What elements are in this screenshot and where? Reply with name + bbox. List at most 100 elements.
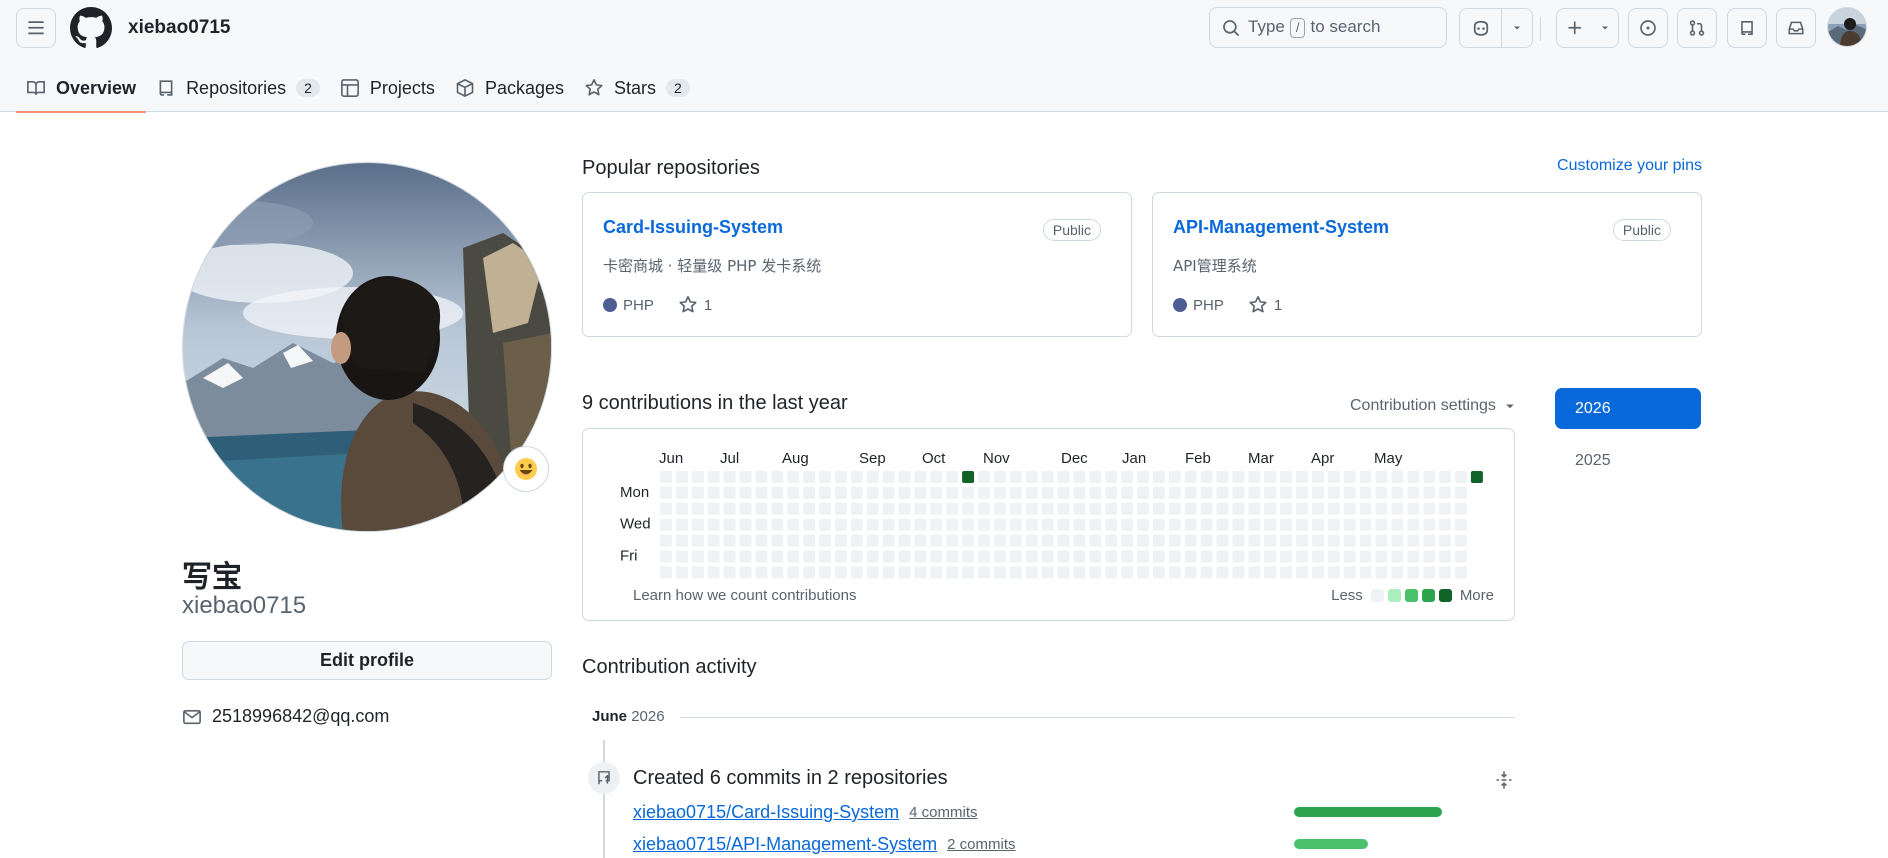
contribution-day-cell[interactable] bbox=[1025, 550, 1038, 563]
contribution-day-cell[interactable] bbox=[723, 534, 736, 547]
contribution-day-cell[interactable] bbox=[1439, 550, 1452, 563]
contribution-day-cell[interactable] bbox=[1121, 518, 1134, 531]
contribution-day-cell[interactable] bbox=[739, 502, 752, 515]
contribution-day-cell[interactable] bbox=[993, 471, 1006, 483]
contribution-day-cell[interactable] bbox=[850, 534, 863, 547]
contribution-day-cell[interactable] bbox=[1057, 502, 1070, 515]
contribution-day-cell[interactable] bbox=[1009, 566, 1022, 579]
contribution-day-cell[interactable] bbox=[1105, 486, 1118, 499]
contribution-day-cell[interactable] bbox=[691, 534, 704, 547]
contribution-day-cell[interactable] bbox=[707, 566, 720, 579]
contribution-day-cell[interactable] bbox=[882, 566, 895, 579]
contribution-day-cell[interactable] bbox=[771, 518, 784, 531]
contribution-day-cell[interactable] bbox=[1073, 518, 1086, 531]
contribution-day-cell[interactable] bbox=[787, 534, 800, 547]
contribution-day-cell[interactable] bbox=[1121, 534, 1134, 547]
contribution-day-cell[interactable] bbox=[1216, 566, 1229, 579]
contribution-day-cell[interactable] bbox=[1232, 486, 1245, 499]
contribution-day-cell[interactable] bbox=[660, 550, 672, 563]
activity-commits-link[interactable]: 4 commits bbox=[909, 804, 977, 821]
contribution-day-cell[interactable] bbox=[993, 550, 1006, 563]
contribution-day-cell[interactable] bbox=[930, 471, 943, 483]
contribution-day-cell[interactable] bbox=[1152, 502, 1165, 515]
contribution-day-cell[interactable] bbox=[1168, 550, 1181, 563]
contribution-day-cell[interactable] bbox=[834, 566, 847, 579]
contribution-day-cell[interactable] bbox=[1152, 566, 1165, 579]
contribution-day-cell[interactable] bbox=[1375, 518, 1388, 531]
contribution-day-cell[interactable] bbox=[1439, 502, 1452, 515]
contribution-day-cell[interactable] bbox=[1137, 471, 1149, 483]
contribution-day-cell[interactable] bbox=[803, 566, 816, 579]
contribution-day-cell[interactable] bbox=[1359, 471, 1372, 483]
contribution-day-cell[interactable] bbox=[1296, 486, 1308, 499]
contribution-day-cell[interactable] bbox=[1184, 566, 1197, 579]
contribution-day-cell[interactable] bbox=[1455, 534, 1467, 547]
contribution-day-cell[interactable] bbox=[707, 518, 720, 531]
contribution-day-cell[interactable] bbox=[946, 502, 959, 515]
contribution-day-cell[interactable] bbox=[1089, 534, 1102, 547]
contribution-day-cell[interactable] bbox=[1311, 550, 1324, 563]
contribution-day-cell[interactable] bbox=[1009, 486, 1022, 499]
contribution-day-cell[interactable] bbox=[1105, 566, 1118, 579]
contribution-day-cell[interactable] bbox=[898, 518, 911, 531]
contribution-day-cell[interactable] bbox=[787, 550, 800, 563]
contribution-day-cell[interactable] bbox=[691, 550, 704, 563]
contribution-day-cell[interactable] bbox=[1057, 518, 1070, 531]
contribution-day-cell[interactable] bbox=[1423, 566, 1436, 579]
contribution-day-cell[interactable] bbox=[1311, 502, 1324, 515]
contribution-day-cell[interactable] bbox=[978, 486, 990, 499]
contribution-day-cell[interactable] bbox=[850, 486, 863, 499]
contribution-day-cell[interactable] bbox=[1391, 518, 1404, 531]
contribution-day-cell[interactable] bbox=[755, 534, 768, 547]
contribution-day-cell[interactable] bbox=[1121, 486, 1134, 499]
profile-avatar[interactable] bbox=[182, 162, 552, 532]
contribution-day-cell[interactable] bbox=[1009, 471, 1022, 483]
repo-name-link[interactable]: API-Management-System bbox=[1173, 217, 1389, 238]
copilot-icon[interactable] bbox=[1460, 9, 1502, 47]
contribution-day-cell[interactable] bbox=[978, 550, 990, 563]
contribution-day-cell[interactable] bbox=[803, 486, 816, 499]
contribution-day-cell[interactable] bbox=[930, 566, 943, 579]
contribution-day-cell[interactable] bbox=[660, 518, 672, 531]
contribution-day-cell[interactable] bbox=[898, 534, 911, 547]
contribution-day-cell[interactable] bbox=[882, 471, 895, 483]
contribution-day-cell[interactable] bbox=[1264, 471, 1277, 483]
contribution-day-cell[interactable] bbox=[1057, 566, 1070, 579]
edit-profile-button[interactable]: Edit profile bbox=[182, 641, 552, 680]
contribution-day-cell[interactable] bbox=[1455, 502, 1467, 515]
contribution-day-cell[interactable] bbox=[1264, 518, 1277, 531]
contribution-day-cell[interactable] bbox=[1216, 486, 1229, 499]
contribution-day-cell[interactable] bbox=[914, 550, 927, 563]
contribution-day-cell[interactable] bbox=[1089, 502, 1102, 515]
contribution-day-cell[interactable] bbox=[993, 502, 1006, 515]
tab-repositories[interactable]: Repositories 2 bbox=[146, 64, 330, 112]
contribution-day-cell[interactable] bbox=[1343, 471, 1356, 483]
contribution-day-cell[interactable] bbox=[819, 486, 831, 499]
contribution-day-cell[interactable] bbox=[1057, 534, 1070, 547]
contribution-day-cell[interactable] bbox=[914, 534, 927, 547]
repo-stars[interactable]: 1 bbox=[1274, 297, 1282, 314]
contribution-day-cell[interactable] bbox=[1184, 534, 1197, 547]
contribution-day-cell[interactable] bbox=[1407, 566, 1420, 579]
contribution-day-cell[interactable] bbox=[978, 502, 990, 515]
contribution-day-cell[interactable] bbox=[930, 550, 943, 563]
contribution-day-cell[interactable] bbox=[1009, 502, 1022, 515]
contribution-day-cell[interactable] bbox=[1200, 502, 1213, 515]
contribution-day-cell[interactable] bbox=[962, 486, 975, 499]
contribution-day-cell[interactable] bbox=[819, 534, 831, 547]
contribution-day-cell[interactable] bbox=[834, 534, 847, 547]
contribution-day-cell[interactable] bbox=[707, 471, 720, 483]
contribution-day-cell[interactable] bbox=[1455, 486, 1467, 499]
contribution-day-cell[interactable] bbox=[1375, 566, 1388, 579]
contribution-day-cell[interactable] bbox=[1248, 534, 1261, 547]
contribution-day-cell[interactable] bbox=[755, 550, 768, 563]
contribution-day-cell[interactable] bbox=[1423, 518, 1436, 531]
contribution-day-cell[interactable] bbox=[691, 566, 704, 579]
contribution-day-cell[interactable] bbox=[1184, 502, 1197, 515]
plus-icon[interactable] bbox=[1557, 9, 1593, 47]
contribution-day-cell[interactable] bbox=[1359, 550, 1372, 563]
contribution-day-cell[interactable] bbox=[755, 566, 768, 579]
contribution-day-cell[interactable] bbox=[787, 486, 800, 499]
contribution-day-cell[interactable] bbox=[1200, 550, 1213, 563]
contribution-day-cell[interactable] bbox=[993, 518, 1006, 531]
